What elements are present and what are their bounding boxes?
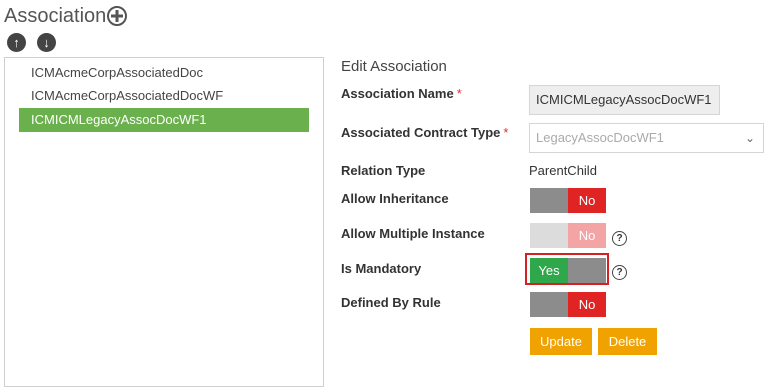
toggle-knob xyxy=(568,258,606,283)
update-button[interactable]: Update xyxy=(530,328,592,355)
toggle-knob xyxy=(530,188,568,213)
association-list: ICMAcmeCorpAssociatedDoc ICMAcmeCorpAsso… xyxy=(4,57,324,387)
association-name-label: Association Name * xyxy=(341,86,462,101)
page-title: Association xyxy=(4,5,107,27)
toggle-state: Yes xyxy=(530,258,568,283)
allow-multiple-toggle: No xyxy=(530,223,606,248)
defined-by-rule-toggle[interactable]: No xyxy=(530,292,606,317)
move-down-icon[interactable]: ↓ xyxy=(37,33,56,52)
is-mandatory-toggle[interactable]: Yes xyxy=(530,258,606,283)
help-icon[interactable]: ? xyxy=(612,231,627,246)
help-icon[interactable]: ? xyxy=(612,265,627,280)
contract-type-label: Associated Contract Type * xyxy=(341,125,509,140)
relation-type-label: Relation Type xyxy=(341,163,426,178)
list-item[interactable]: ICMAcmeCorpAssociatedDocWF xyxy=(19,84,309,108)
allow-multiple-label: Allow Multiple Instance xyxy=(341,226,485,241)
contract-type-select[interactable]: LegacyAssocDocWF1 ⌄ xyxy=(529,123,764,153)
toggle-knob xyxy=(530,292,568,317)
contract-type-value: LegacyAssocDocWF1 xyxy=(536,130,664,145)
toggle-state: No xyxy=(568,188,606,213)
list-item[interactable]: ICMAcmeCorpAssociatedDoc xyxy=(19,61,309,85)
chevron-down-icon: ⌄ xyxy=(744,131,755,145)
add-association-icon[interactable] xyxy=(107,6,127,26)
delete-button[interactable]: Delete xyxy=(598,328,657,355)
allow-inheritance-label: Allow Inheritance xyxy=(341,191,449,206)
toggle-state: No xyxy=(568,292,606,317)
required-mark: * xyxy=(503,125,509,140)
allow-inheritance-toggle[interactable]: No xyxy=(530,188,606,213)
form-title: Edit Association xyxy=(341,58,447,75)
relation-type-value: ParentChild xyxy=(529,163,597,178)
association-name-field[interactable]: ICMICMLegacyAssocDocWF1 xyxy=(529,85,720,115)
move-up-icon[interactable]: ↑ xyxy=(7,33,26,52)
defined-by-rule-label: Defined By Rule xyxy=(341,295,441,310)
required-mark: * xyxy=(456,86,462,101)
is-mandatory-label: Is Mandatory xyxy=(341,261,422,276)
list-item-selected[interactable]: ICMICMLegacyAssocDocWF1 xyxy=(19,108,309,132)
toggle-state: No xyxy=(568,223,606,248)
toggle-knob xyxy=(530,223,568,248)
